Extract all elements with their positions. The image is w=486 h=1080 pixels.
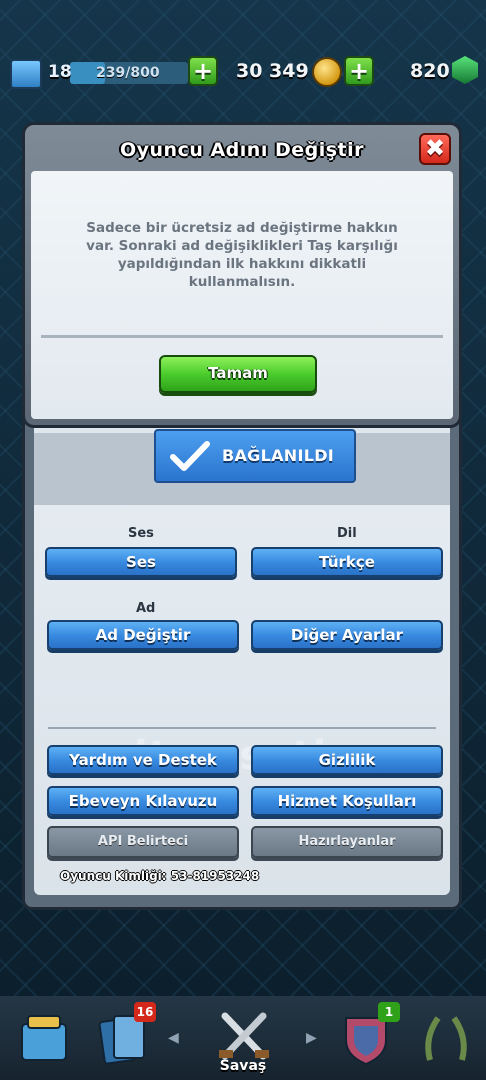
name-section-label: Ad <box>136 601 156 616</box>
sound-button[interactable]: Ses <box>45 547 237 577</box>
close-icon[interactable]: ✖ <box>419 133 451 165</box>
ok-button[interactable]: Tamam <box>159 355 317 393</box>
nav-right-arrow-icon: ▶ <box>306 1030 317 1046</box>
parents-guide-button[interactable]: Ebeveyn Kılavuzu <box>47 786 239 816</box>
credits-button[interactable]: Hazırlayanlar <box>251 826 443 858</box>
gem-amount: 820 <box>410 60 450 82</box>
laurel-icon <box>425 1016 467 1061</box>
nav-events[interactable] <box>420 1010 472 1066</box>
change-name-dialog: Oyuncu Adını Değiştir ✖ Sadece bir ücret… <box>22 122 462 428</box>
player-level: 18 <box>48 62 72 82</box>
nav-left-arrow-icon: ◀ <box>168 1030 179 1046</box>
terms-of-service-button[interactable]: Hizmet Koşulları <box>251 786 443 816</box>
level-badge-icon <box>10 59 42 89</box>
battle-label: Savaş <box>219 1058 267 1074</box>
xp-text: 239/800 <box>96 65 160 81</box>
dialog-divider <box>41 335 443 338</box>
buy-gems-plus-button[interactable]: + <box>344 56 374 86</box>
checkmark-icon <box>170 441 210 471</box>
change-name-button[interactable]: Ad Değiştir <box>47 620 239 650</box>
connected-button[interactable]: BAĞLANILDI <box>154 429 356 483</box>
other-settings-button[interactable]: Diğer Ayarlar <box>251 620 443 650</box>
cards-badge: 16 <box>134 1002 156 1022</box>
nav-clan[interactable]: 1 <box>340 1002 400 1066</box>
clan-badge: 1 <box>378 1002 400 1022</box>
nav-shop[interactable] <box>18 1010 70 1066</box>
resource-bar: 18 239/800 + 30 349 + 820 <box>0 52 486 92</box>
shop-icon <box>21 1015 67 1061</box>
gem-icon <box>452 56 478 84</box>
language-section-label: Dil <box>337 526 357 541</box>
api-token-button[interactable]: API Belirteci <box>47 826 239 858</box>
gold-coin-icon <box>312 57 342 87</box>
dialog-body: Sadece bir ücretsiz ad değiştirme hakkın… <box>31 171 453 419</box>
nav-cards[interactable]: 16 <box>96 1002 156 1066</box>
privacy-button[interactable]: Gizlilik <box>251 745 443 775</box>
bottom-navigation: 16 ◀ Savaş ▶ 1 <box>0 996 486 1080</box>
dialog-title: Oyuncu Adını Değiştir <box>119 139 364 161</box>
section-divider <box>48 727 436 729</box>
buy-gold-plus-button[interactable]: + <box>188 56 218 86</box>
sound-section-label: Ses <box>128 526 154 541</box>
language-button[interactable]: Türkçe <box>251 547 443 577</box>
dialog-message: Sadece bir ücretsiz ad değiştirme hakkın… <box>86 220 398 290</box>
help-support-button[interactable]: Yardım ve Destek <box>47 745 239 775</box>
gold-amount: 30 349 <box>236 60 309 82</box>
player-id-text: Oyuncu Kimliği: 53-81953248 <box>60 869 260 883</box>
connected-label: BAĞLANILDI <box>222 446 335 465</box>
